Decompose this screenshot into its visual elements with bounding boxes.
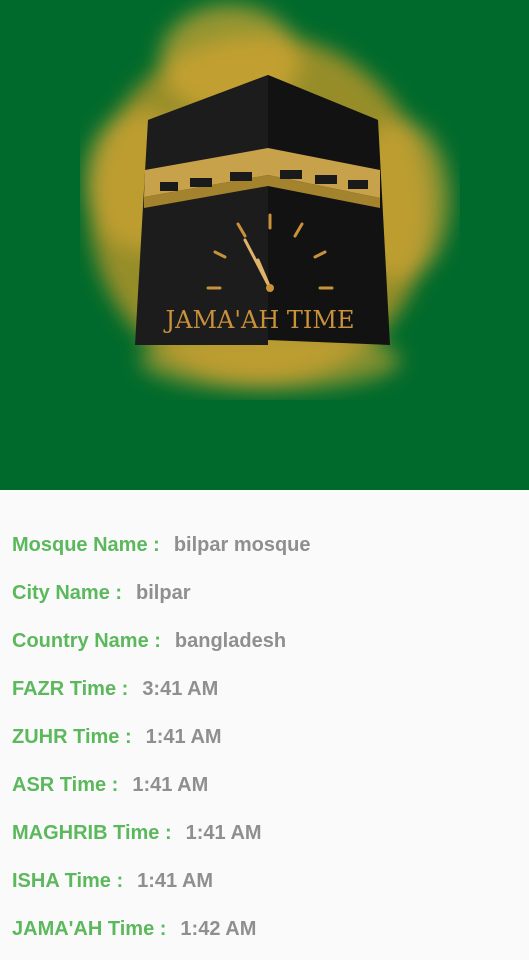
mosque-name-label: Mosque Name : — [12, 534, 160, 556]
zuhr-time-label: ZUHR Time : — [12, 726, 132, 748]
fazr-time-label: FAZR Time : — [12, 678, 129, 700]
country-name-label: Country Name : — [12, 630, 161, 652]
asr-time-value: 1:41 AM — [132, 774, 209, 796]
logo-text: JAMA'AH TIME — [163, 306, 355, 334]
city-name-row: City Name : bilpar — [12, 578, 190, 608]
fazr-time-value: 3:41 AM — [142, 678, 219, 700]
country-name-value: bangladesh — [174, 630, 287, 652]
header-banner: JAMA'AH TIME — [0, 0, 529, 490]
kaaba-clock-logo: JAMA'AH TIME — [85, 5, 450, 390]
jamaah-time-label: JAMA'AH Time : — [12, 918, 167, 940]
country-name-row: Country Name : bangladesh — [12, 626, 286, 656]
maghrib-time-label: MAGHRIB Time : — [12, 822, 172, 844]
jamaah-time-value: 1:42 AM — [180, 918, 257, 940]
mosque-name-value: bilpar mosque — [173, 534, 311, 556]
isha-time-label: ISHA Time : — [12, 870, 124, 892]
city-name-value: bilpar — [136, 582, 191, 604]
asr-time-label: ASR Time : — [12, 774, 119, 796]
jamaah-time-row: JAMA'AH Time : 1:42 AM — [12, 914, 256, 944]
zuhr-time-row: ZUHR Time : 1:41 AM — [12, 722, 222, 752]
isha-time-value: 1:41 AM — [137, 870, 214, 892]
isha-time-row: ISHA Time : 1:41 AM — [12, 866, 213, 896]
mosque-name-row: Mosque Name : bilpar mosque — [12, 530, 311, 560]
zuhr-time-value: 1:41 AM — [145, 726, 222, 748]
maghrib-time-value: 1:41 AM — [185, 822, 262, 844]
maghrib-time-row: MAGHRIB Time : 1:41 AM — [12, 818, 262, 848]
mosque-info-panel: Mosque Name : bilpar mosque City Name : bi… — [0, 490, 529, 960]
fazr-time-row: FAZR Time : 3:41 AM — [12, 674, 218, 704]
city-name-label: City Name : — [12, 582, 123, 604]
asr-time-row: ASR Time : 1:41 AM — [12, 770, 208, 800]
